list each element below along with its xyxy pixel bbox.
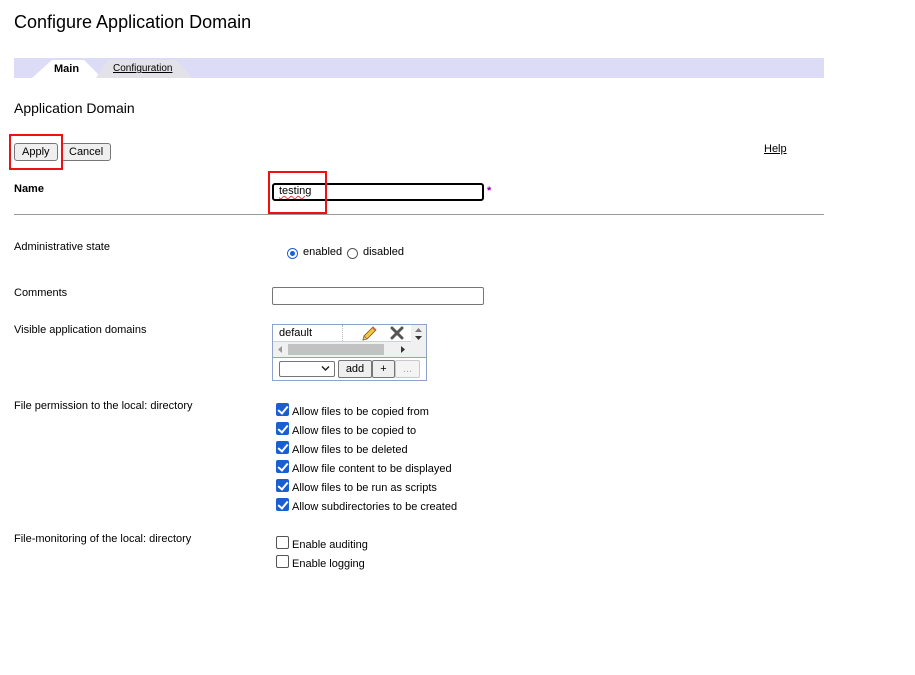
- checkbox-enable-logging-label: Enable logging: [292, 558, 365, 570]
- checkbox-copied-to-label: Allow files to be copied to: [292, 425, 417, 437]
- checkbox-enable-auditing-label: Enable auditing: [292, 539, 368, 551]
- help-link[interactable]: Help: [764, 143, 787, 155]
- admin-state-label: Administrative state: [14, 241, 110, 253]
- cancel-button[interactable]: Cancel: [61, 143, 112, 161]
- divider: [14, 214, 824, 215]
- add-button[interactable]: add: [338, 360, 372, 378]
- visible-domains-label: Visible application domains: [14, 324, 147, 336]
- more-button[interactable]: ...: [395, 360, 420, 378]
- checkbox-subdirectories-label: Allow subdirectories to be created: [292, 501, 458, 513]
- checkbox-enable-logging[interactable]: [276, 555, 289, 568]
- checkbox-content-displayed-label: Allow file content to be displayed: [292, 463, 452, 475]
- horizontal-scroll-thumb[interactable]: [288, 344, 384, 355]
- name-label: Name: [14, 183, 44, 195]
- pencil-icon[interactable]: [360, 325, 378, 342]
- radio-enabled-label: enabled: [303, 246, 343, 258]
- checkbox-subdirectories[interactable]: [276, 498, 289, 511]
- page-title: Configure Application Domain: [14, 12, 252, 32]
- file-permission-label: File permission to the local: directory: [14, 400, 193, 412]
- checkbox-enable-auditing[interactable]: [276, 536, 289, 549]
- delete-x-icon[interactable]: [390, 326, 404, 340]
- list-item-value: default: [279, 327, 313, 339]
- tab-main-label[interactable]: Main: [54, 63, 79, 75]
- radio-enabled[interactable]: [287, 248, 298, 259]
- checkbox-run-scripts[interactable]: [276, 479, 289, 492]
- name-highlight-box: [268, 171, 327, 214]
- comments-label: Comments: [14, 287, 68, 299]
- chevron-down-icon: [321, 365, 330, 372]
- tab-configuration-label[interactable]: Configuration: [113, 63, 172, 74]
- checkbox-content-displayed[interactable]: [276, 460, 289, 473]
- file-monitoring-label: File-monitoring of the local: directory: [14, 533, 192, 545]
- scroll-up-down-icon[interactable]: [414, 326, 423, 342]
- checkbox-deleted-label: Allow files to be deleted: [292, 444, 408, 456]
- checkbox-deleted[interactable]: [276, 441, 289, 454]
- checkbox-copied-to[interactable]: [276, 422, 289, 435]
- checkbox-copied-from-label: Allow files to be copied from: [292, 406, 429, 418]
- required-marker: *: [487, 185, 492, 197]
- apply-highlight-box: [9, 134, 63, 170]
- radio-disabled-label: disabled: [363, 246, 404, 258]
- comments-input[interactable]: [272, 287, 484, 305]
- checkbox-copied-from[interactable]: [276, 403, 289, 416]
- cell-separator: [342, 325, 343, 341]
- checkbox-run-scripts-label: Allow files to be run as scripts: [292, 482, 437, 494]
- scroll-right-icon[interactable]: [399, 345, 407, 354]
- list-footer-divider: [273, 357, 426, 358]
- plus-button[interactable]: +: [372, 360, 395, 378]
- section-title: Application Domain: [14, 100, 135, 116]
- scroll-left-icon[interactable]: [276, 345, 284, 354]
- radio-disabled[interactable]: [347, 248, 358, 259]
